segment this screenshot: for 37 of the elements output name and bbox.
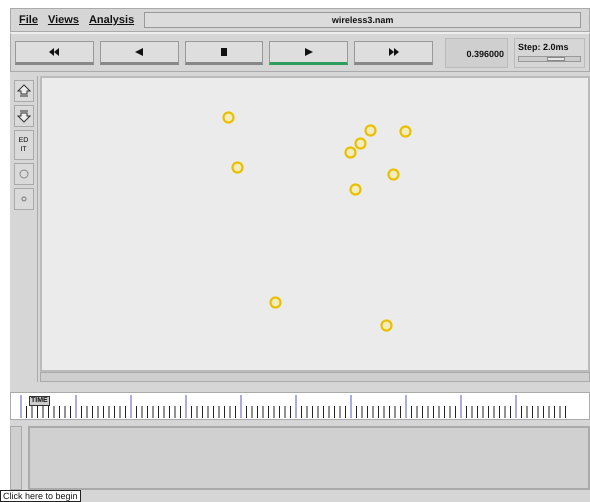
small-circle-icon bbox=[20, 196, 26, 202]
stop-button[interactable] bbox=[184, 40, 264, 64]
menu-item[interactable]: Views bbox=[48, 12, 79, 28]
node-icon bbox=[364, 123, 377, 138]
circle-icon bbox=[18, 169, 28, 179]
time-display: 0.396000 bbox=[444, 38, 508, 68]
menu-item[interactable]: Analysis bbox=[88, 12, 134, 28]
node-icon bbox=[222, 110, 235, 125]
node-icon bbox=[269, 295, 282, 310]
node-icon bbox=[231, 160, 244, 175]
fast-forward-icon bbox=[388, 46, 400, 56]
back-arrow-icon bbox=[133, 46, 146, 56]
play-icon bbox=[302, 46, 315, 56]
back-button[interactable] bbox=[100, 40, 179, 64]
rewind-icon bbox=[48, 46, 60, 56]
fast-forward-button[interactable] bbox=[354, 40, 433, 64]
step-slider-thumb[interactable] bbox=[546, 57, 565, 61]
node-icon bbox=[399, 124, 412, 139]
dot-button[interactable] bbox=[14, 188, 34, 210]
node-icon bbox=[380, 318, 393, 333]
fast-rewind-button[interactable] bbox=[15, 40, 94, 64]
zoom-out-button[interactable] bbox=[14, 105, 34, 127]
menu-item[interactable]: File bbox=[19, 12, 38, 28]
step-label: Step: 2.0ms bbox=[518, 40, 570, 54]
tooltip: Click here to begin bbox=[0, 490, 81, 502]
circle-button[interactable] bbox=[14, 163, 34, 185]
node-icon bbox=[387, 167, 400, 182]
node-icon bbox=[344, 145, 357, 160]
node-icon bbox=[354, 136, 367, 151]
node-icon bbox=[349, 182, 362, 197]
play-button[interactable] bbox=[269, 40, 348, 64]
horizontal-scrollbar[interactable] bbox=[40, 372, 590, 382]
zoom-out-arrow-icon bbox=[16, 109, 30, 123]
zoom-in-button[interactable] bbox=[14, 80, 34, 102]
file-name-field: wireless3.nam bbox=[144, 12, 581, 28]
zoom-in-arrow-icon bbox=[16, 84, 30, 98]
vertical-scrollbar[interactable] bbox=[10, 426, 22, 490]
